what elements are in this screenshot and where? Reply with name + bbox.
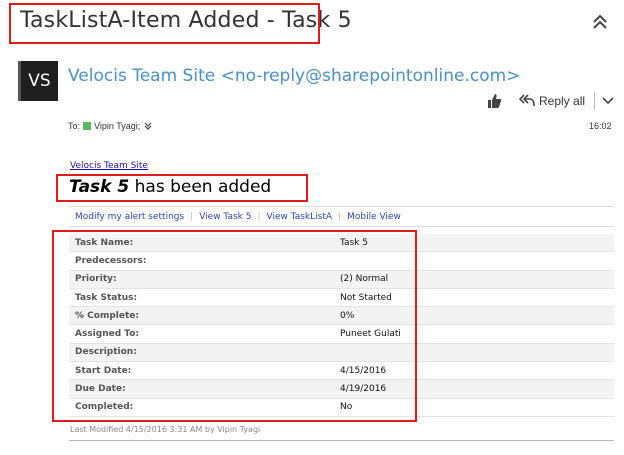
to-label: To: bbox=[68, 121, 81, 131]
sender-name[interactable]: Velocis Team Site <no-reply@sharepointon… bbox=[68, 66, 520, 86]
view-item-link[interactable]: View Task 5 bbox=[199, 212, 251, 222]
link-separator: | bbox=[190, 211, 194, 222]
expand-recipients-icon[interactable] bbox=[143, 121, 153, 131]
highlight-box-subject bbox=[9, 3, 320, 44]
chevron-down-icon[interactable] bbox=[601, 94, 615, 108]
chevron-up-icon[interactable] bbox=[590, 12, 610, 32]
reply-all-button[interactable]: Reply all bbox=[516, 94, 588, 108]
highlight-box-details bbox=[52, 230, 417, 422]
view-list-link[interactable]: View TaskListA bbox=[267, 212, 333, 222]
highlight-box-headline bbox=[56, 174, 308, 202]
reply-all-icon bbox=[519, 94, 535, 107]
site-link[interactable]: Velocis Team Site bbox=[70, 161, 148, 171]
received-time: 16:02 bbox=[589, 121, 612, 131]
like-button[interactable] bbox=[482, 89, 506, 113]
link-separator: | bbox=[257, 211, 261, 222]
avatar: VS bbox=[18, 61, 58, 101]
link-separator: | bbox=[338, 211, 342, 222]
recipients-line: To: Vipin Tyagi; bbox=[68, 121, 153, 131]
divider bbox=[69, 440, 614, 441]
thumbs-up-icon bbox=[488, 94, 502, 108]
reply-divider bbox=[594, 92, 596, 110]
modify-alert-link[interactable]: Modify my alert settings bbox=[75, 212, 184, 222]
reply-all-label: Reply all bbox=[539, 94, 586, 108]
presence-indicator bbox=[83, 122, 92, 130]
alert-links-bar: Modify my alert settings | View Task 5 |… bbox=[69, 206, 614, 227]
mobile-view-link[interactable]: Mobile View bbox=[347, 212, 401, 222]
reply-all-group: Reply all bbox=[516, 89, 615, 113]
recipient-name[interactable]: Vipin Tyagi; bbox=[94, 121, 140, 131]
last-modified-footer: Last Modified 4/15/2016 3:31 AM by Vipin… bbox=[70, 425, 261, 434]
